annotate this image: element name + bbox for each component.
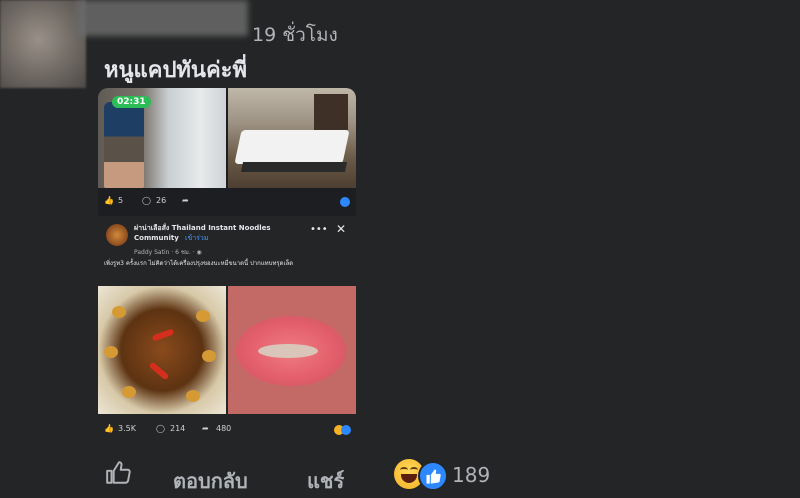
reply-button[interactable]: ตอบกลับ xyxy=(173,465,248,497)
join-link: เข้าร่วม xyxy=(185,234,209,242)
chili xyxy=(151,328,175,342)
egg xyxy=(196,310,210,322)
eye xyxy=(400,467,408,473)
photo-bed: ▮▮ ⌔ ▭ +3 xyxy=(228,88,356,188)
share-icon: ➦ xyxy=(202,424,209,433)
comment-attached-screenshot[interactable]: 02:31 ▮▮ ⌔ ▭ +3 👍 5 ◯ 26 ➦ ผ่าน่าเลือสั่… xyxy=(98,88,356,442)
share-icon: ➦ xyxy=(182,196,189,205)
top-reaction-bar: 👍 5 ◯ 26 ➦ xyxy=(98,190,356,212)
commenter-avatar[interactable] xyxy=(0,0,86,88)
author-meta: Paddy Satin · 6 ชม. · xyxy=(134,249,197,256)
teeth xyxy=(258,344,318,358)
bed-mattress xyxy=(234,130,350,164)
post-shares: 480 xyxy=(216,424,232,433)
eye xyxy=(410,467,418,473)
bed-base xyxy=(240,162,348,172)
post-body: เพิ่งรูท3 ครั้งแรก ไม่คิดว่าได้เครื่องปร… xyxy=(104,260,294,267)
top-comments: 26 xyxy=(156,196,167,205)
photo-lips xyxy=(228,286,356,414)
egg xyxy=(112,306,126,318)
comment-icon: ◯ xyxy=(156,424,165,433)
group-avatar xyxy=(106,224,128,246)
globe-icon: ◉ xyxy=(196,249,202,256)
top-likes: 5 xyxy=(118,196,124,205)
person-figure xyxy=(104,102,144,188)
comment-icon: ◯ xyxy=(142,196,151,205)
photo-noodles xyxy=(98,286,226,414)
reaction-icon xyxy=(340,197,350,207)
post-meta: Paddy Satin · 6 ชม. · ◉ xyxy=(134,247,202,257)
egg xyxy=(104,346,118,358)
thumb-icon xyxy=(426,469,441,484)
reaction-count[interactable]: 189 xyxy=(452,463,490,487)
post-reaction-bar: 👍 3.5K ◯ 214 ➦ 480 xyxy=(98,418,356,440)
like-button-icon[interactable] xyxy=(105,460,131,486)
comment-actions: ตอบกลับ แชร์ 189 xyxy=(0,456,800,496)
post-likes: 3.5K xyxy=(118,424,136,433)
comment-timestamp[interactable]: 19 ชั่วโมง xyxy=(252,20,338,50)
like-icon: 👍 xyxy=(104,424,114,433)
egg xyxy=(202,350,216,362)
chili xyxy=(148,361,170,381)
group-name: ผ่าน่าเลือสั่ง Thailand Instant Noodles … xyxy=(134,223,314,243)
like-icon: 👍 xyxy=(104,196,114,205)
egg xyxy=(122,386,136,398)
embedded-post: ผ่าน่าเลือสั่ง Thailand Instant Noodles … xyxy=(98,216,356,442)
photo-person: 02:31 xyxy=(98,88,226,188)
commenter-name-blurred[interactable] xyxy=(76,0,248,36)
group-name-line1: ผ่าน่าเลือสั่ง Thailand Instant Noodles xyxy=(134,224,271,232)
like-reaction-icon xyxy=(341,425,351,435)
mouth xyxy=(401,474,417,483)
bed-headboard xyxy=(314,94,348,130)
share-button[interactable]: แชร์ xyxy=(307,465,344,497)
group-name-line2: Community xyxy=(134,234,179,242)
time-badge: 02:31 xyxy=(112,96,151,108)
post-comments: 214 xyxy=(170,424,186,433)
comment-text: หนูแคปทันค่ะพี่ xyxy=(104,58,247,83)
like-reaction-badge-icon[interactable] xyxy=(418,461,448,491)
more-options-icon: ••• xyxy=(310,224,328,235)
close-icon: ✕ xyxy=(336,222,347,236)
egg xyxy=(186,390,200,402)
